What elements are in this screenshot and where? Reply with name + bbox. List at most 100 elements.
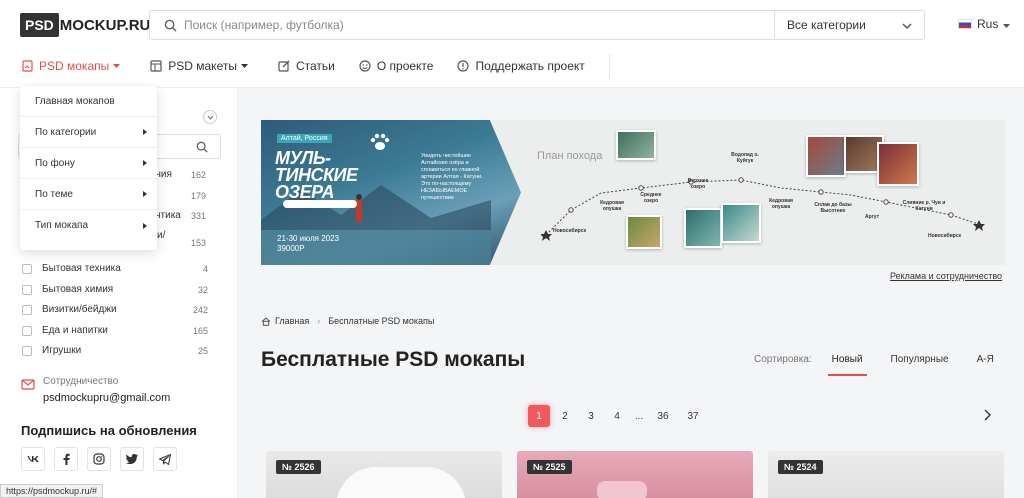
route-point-label: Верхнее озеро bbox=[687, 178, 709, 190]
twitter-icon[interactable] bbox=[120, 447, 144, 471]
category-count: 242 bbox=[192, 304, 208, 315]
sidebar-partial-label: и/ bbox=[157, 230, 166, 241]
banner-button bbox=[283, 200, 357, 208]
logo-text: MOCKUP.RU bbox=[59, 16, 151, 34]
logo-box: PSD bbox=[20, 13, 59, 37]
category-count: 165 bbox=[192, 325, 208, 336]
chevron-down-icon bbox=[902, 18, 912, 32]
nav-label: О проекте bbox=[376, 59, 434, 73]
contact-email-link[interactable]: psdmockupru@gmail.com bbox=[43, 392, 170, 404]
route-point-label: Слияние р. Чуи и Катуни bbox=[902, 200, 946, 212]
dropdown-item-home[interactable]: Главная мокапов bbox=[20, 86, 157, 117]
route-point-label: Кедровая опушка bbox=[769, 198, 793, 210]
facebook-icon[interactable] bbox=[54, 447, 78, 471]
nav-psd-mockups[interactable]: PSD мокапы bbox=[22, 59, 126, 73]
dropdown-item-label: Главная мокапов bbox=[35, 95, 115, 107]
breadcrumb-home[interactable]: Главная bbox=[275, 316, 309, 326]
banner-date-price: 21-30 июля 2023 39000Р bbox=[277, 234, 339, 254]
caret-right-icon bbox=[143, 222, 147, 229]
category-filter-item[interactable]: Бытовая химия 32 bbox=[22, 284, 208, 295]
route-point-label: Новосибирск bbox=[553, 228, 587, 234]
sort-option-alphabetical[interactable]: А-Я bbox=[977, 354, 994, 365]
home-icon bbox=[261, 316, 271, 326]
smile-icon bbox=[359, 60, 371, 72]
browser-status-url: https://psdmockup.ru/# bbox=[0, 484, 104, 498]
banner-tag: Алтай, Россия bbox=[277, 134, 332, 143]
category-label: Еда и напитки bbox=[42, 325, 108, 336]
dropdown-item-label: По теме bbox=[35, 188, 73, 200]
file-image-icon bbox=[22, 60, 33, 72]
mockup-card[interactable]: № 2525 bbox=[517, 451, 753, 498]
next-page-chevron-icon[interactable] bbox=[983, 408, 991, 426]
mockup-card[interactable]: № 2524 bbox=[768, 451, 1004, 498]
category-filter-item[interactable]: Еда и напитки 165 bbox=[22, 325, 208, 336]
checkbox[interactable] bbox=[22, 284, 32, 295]
sort-label: Сортировка: bbox=[754, 354, 812, 365]
nav-label: Статьи bbox=[295, 59, 335, 73]
category-count: 4 bbox=[202, 263, 208, 274]
page-button[interactable]: 37 bbox=[680, 405, 706, 427]
category-label: Игрушки bbox=[42, 345, 82, 356]
nav-articles[interactable]: Статьи bbox=[278, 59, 335, 73]
mockup-number-badge: № 2524 bbox=[778, 460, 823, 474]
mockup-card[interactable]: № 2526 bbox=[266, 451, 502, 498]
nav-label: Поддержать проект bbox=[475, 59, 585, 73]
search-bar: Все категории bbox=[149, 10, 925, 40]
language-label: Rus bbox=[977, 17, 999, 31]
route-point-label: Водопад о. Куйгук bbox=[731, 152, 759, 164]
language-switcher[interactable]: Rus bbox=[958, 17, 1011, 31]
layout-icon bbox=[150, 60, 162, 72]
nav-about[interactable]: О проекте bbox=[359, 59, 434, 73]
category-select[interactable]: Все категории bbox=[774, 11, 924, 39]
page-button[interactable]: 4 bbox=[606, 405, 628, 427]
nav-support[interactable]: Поддержать проект bbox=[457, 59, 585, 73]
telegram-icon[interactable] bbox=[153, 447, 177, 471]
dropdown-item-by-theme[interactable]: По теме bbox=[20, 179, 157, 210]
route-point-label: Кедровая опушка bbox=[600, 200, 624, 212]
caret-down-icon bbox=[113, 64, 121, 68]
checkbox[interactable] bbox=[22, 345, 32, 356]
sort-option-new[interactable]: Новый bbox=[827, 354, 867, 376]
banner-photo bbox=[721, 203, 761, 243]
site-logo[interactable]: PSD MOCKUP.RU bbox=[20, 13, 150, 37]
chevron-down-icon[interactable] bbox=[203, 110, 217, 124]
checkbox[interactable] bbox=[22, 325, 32, 336]
page-ellipsis: ... bbox=[634, 410, 644, 422]
category-filter-item[interactable]: Игрушки 25 bbox=[22, 345, 208, 356]
mockup-number-badge: № 2525 bbox=[527, 460, 572, 474]
ad-cooperation-link[interactable]: Реклама и сотрудничество bbox=[890, 271, 1002, 281]
site-header: PSD MOCKUP.RU Все категории Rus PSD мока… bbox=[0, 0, 1024, 88]
banner-dates: 21-30 июля 2023 bbox=[277, 234, 339, 243]
checkbox[interactable] bbox=[22, 304, 32, 315]
dropdown-item-by-category[interactable]: По категории bbox=[20, 117, 157, 148]
paw-icon bbox=[370, 133, 390, 150]
page-button[interactable]: 36 bbox=[650, 405, 676, 427]
banner-description: Увидеть чистейшие Алтайские озёра и спла… bbox=[421, 153, 483, 201]
mockup-number-badge: № 2526 bbox=[276, 460, 321, 474]
sort-option-popular[interactable]: Популярные bbox=[891, 354, 949, 365]
dropdown-item-label: Тип мокапа bbox=[35, 220, 89, 231]
dropdown-item-by-background[interactable]: По фону bbox=[20, 148, 157, 179]
main-nav: PSD мокапы PSD макеты Статьи О проекте П… bbox=[22, 54, 610, 78]
category-filter-item[interactable]: Бытовая техника 4 bbox=[22, 263, 208, 274]
category-filter-item[interactable]: Визитки/бейджи 242 bbox=[22, 304, 208, 315]
dropdown-item-mockup-type[interactable]: Тип мокапа bbox=[20, 210, 157, 241]
category-label: Бытовая техника bbox=[42, 263, 121, 274]
sidebar-partial-count: 153 bbox=[190, 238, 206, 248]
nav-psd-layouts[interactable]: PSD макеты bbox=[150, 59, 254, 73]
donate-icon bbox=[457, 60, 470, 72]
page-button[interactable]: 2 bbox=[554, 405, 576, 427]
ad-banner[interactable]: Алтай, Россия МУЛЬ- ТИНСКИЕ ОЗЕРА Увидет… bbox=[261, 120, 1005, 265]
checkbox[interactable] bbox=[22, 263, 32, 274]
edit-icon bbox=[278, 60, 290, 72]
sidebar-partial-count: 162 bbox=[190, 170, 206, 180]
route-point-label: Сплав до базы Высотних bbox=[814, 202, 852, 214]
page-button[interactable]: 3 bbox=[580, 405, 602, 427]
vk-icon[interactable] bbox=[21, 447, 45, 471]
nav-label: PSD мокапы bbox=[39, 59, 110, 73]
search-input[interactable] bbox=[184, 18, 774, 32]
contact-label: Сотрудничество bbox=[43, 376, 119, 387]
page-button[interactable]: 1 bbox=[528, 405, 550, 427]
banner-price: 39000Р bbox=[277, 244, 305, 253]
instagram-icon[interactable] bbox=[87, 447, 111, 471]
